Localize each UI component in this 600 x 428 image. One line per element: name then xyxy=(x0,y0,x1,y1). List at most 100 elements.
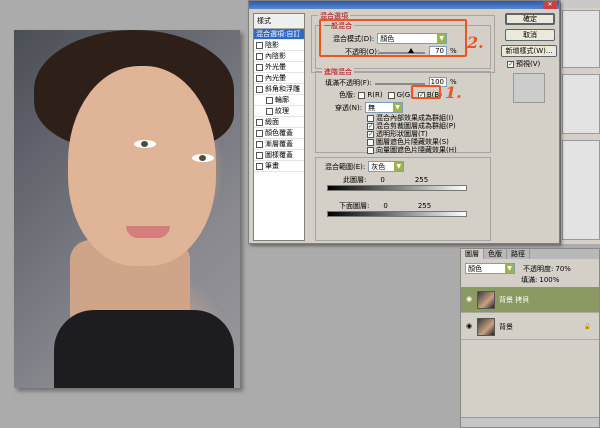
fill-opacity-row: 填滿不透明(F): xyxy=(325,78,372,88)
style-item-checkbox[interactable] xyxy=(266,96,273,104)
layer-name: 背景 拷貝 xyxy=(499,295,530,304)
ok-button[interactable]: 確定 xyxy=(505,13,555,25)
style-item-label: 輪廓 xyxy=(275,96,289,104)
channel-r-label: R(R) xyxy=(367,91,383,99)
style-item[interactable]: 圖樣覆蓋 xyxy=(254,150,304,161)
preview-label: 預視(V) xyxy=(516,60,541,68)
layer-row[interactable]: ◉ 背景 🔒 xyxy=(461,314,599,340)
layers-panel: 圖層 色版 路徑 顏色 ▼ 不透明度: 70% 填滿: 100% ◉ 背景 拷貝 ◉ 背景… xyxy=(460,248,600,428)
style-item[interactable]: 混合選項:自訂 xyxy=(254,29,304,40)
underlying-min: 0 xyxy=(383,202,388,210)
style-item-label: 混合選項:自訂 xyxy=(256,30,301,38)
visibility-eye-icon[interactable]: ◉ xyxy=(464,295,474,305)
tab-layers-panel[interactable]: 路徑 xyxy=(507,249,530,259)
left-eye xyxy=(134,140,156,148)
knockout-row: 穿透(N): 無 ▼ xyxy=(335,102,404,113)
swatches-panel xyxy=(562,140,600,240)
style-items: 混合選項:自訂陰影內陰影外光暈 內光暈斜角和浮雕輪廓紋理緞面 顏色覆蓋漸層覆蓋 圖樣覆… xyxy=(254,29,304,172)
close-icon[interactable]: ✕ xyxy=(543,1,557,9)
style-item[interactable]: 輪廓 xyxy=(254,95,304,106)
style-item-checkbox[interactable] xyxy=(256,74,263,82)
style-item-checkbox[interactable] xyxy=(256,140,263,148)
visibility-eye-icon[interactable]: ◉ xyxy=(464,322,474,332)
advanced-option-checkbox[interactable] xyxy=(367,146,374,154)
style-item[interactable]: 顏色覆蓋 xyxy=(254,128,304,139)
this-layer-min: 0 xyxy=(380,176,385,184)
advanced-option[interactable]: 向量圖遮色片隱藏效果(H) xyxy=(367,146,457,154)
cancel-button[interactable]: 取消 xyxy=(505,29,555,41)
layer-thumbnail xyxy=(477,317,495,336)
blend-if-row: 混合範圍(E): 灰色 ▼ xyxy=(325,161,405,172)
blend-if-value: 灰色 xyxy=(371,162,386,171)
channel-r-checkbox[interactable] xyxy=(358,91,366,99)
this-layer-label: 此圖層: xyxy=(343,176,367,184)
style-item-label: 筆畫 xyxy=(265,162,279,170)
style-item-label: 斜角和浮雕 xyxy=(265,85,300,93)
style-item-checkbox[interactable] xyxy=(266,107,273,115)
styles-list: 樣式 混合選項:自訂陰影內陰影外光暈 內光暈斜角和浮雕輪廓紋理緞面 顏色覆蓋漸層覆蓋… xyxy=(253,13,305,241)
advanced-option-checkbox[interactable] xyxy=(367,138,374,146)
style-item[interactable]: 內光暈 xyxy=(254,73,304,84)
style-item[interactable]: 緞面 xyxy=(254,117,304,128)
advanced-option-checkbox[interactable] xyxy=(367,114,374,122)
knockout-select[interactable]: 無 ▼ xyxy=(365,102,404,113)
annotation-number-2: 2. xyxy=(467,33,484,52)
layers-opacity-label: 不透明度: xyxy=(523,264,554,273)
style-item-label: 內光暈 xyxy=(265,74,286,82)
style-item[interactable]: 陰影 xyxy=(254,40,304,51)
advanced-option-checkbox[interactable] xyxy=(367,122,374,130)
style-item[interactable]: 紋理 xyxy=(254,106,304,117)
style-item[interactable]: 斜角和浮雕 xyxy=(254,84,304,95)
portrait-photo xyxy=(14,30,240,388)
style-item-checkbox[interactable] xyxy=(256,63,263,71)
style-item-label: 顏色覆蓋 xyxy=(265,129,293,137)
style-item-label: 內陰影 xyxy=(265,52,286,60)
blend-if-select[interactable]: 灰色 ▼ xyxy=(368,161,405,172)
dialog-titlebar[interactable] xyxy=(249,1,559,9)
layers-opacity-value[interactable]: 70% xyxy=(555,265,571,273)
tab-layers-panel[interactable]: 圖層 xyxy=(461,249,484,259)
this-layer-row: 此圖層: 0 255 xyxy=(343,175,428,185)
style-item-checkbox[interactable] xyxy=(256,129,263,137)
chevron-down-icon: ▼ xyxy=(505,264,514,273)
layers-bottom-toolbar xyxy=(461,417,599,427)
style-item-label: 紋理 xyxy=(275,107,289,115)
style-item[interactable]: 筆畫 xyxy=(254,161,304,172)
style-item-checkbox[interactable] xyxy=(256,118,263,126)
style-item-checkbox[interactable] xyxy=(256,162,263,170)
layers-fill-label: 填滿: xyxy=(521,276,538,284)
style-item[interactable]: 內陰影 xyxy=(254,51,304,62)
tab-layers-panel[interactable]: 色版 xyxy=(484,249,507,259)
annotation-box-2 xyxy=(319,19,467,57)
info-panel xyxy=(562,74,600,134)
layers-blend-select[interactable]: 顏色 ▼ xyxy=(465,263,515,274)
knockout-label: 穿透(N): xyxy=(335,103,363,112)
channel-g-checkbox[interactable] xyxy=(387,91,395,99)
navigator-panel xyxy=(562,10,600,68)
mouth xyxy=(126,226,170,238)
advanced-option-checkbox[interactable] xyxy=(367,130,374,138)
lock-icon: 🔒 xyxy=(583,323,591,330)
this-layer-gradient[interactable] xyxy=(327,185,467,191)
style-item-checkbox[interactable] xyxy=(256,41,263,49)
chevron-down-icon: ▼ xyxy=(393,103,403,112)
tool-strip-header xyxy=(562,0,600,8)
new-style-button[interactable]: 新增樣式(W)... xyxy=(501,45,557,57)
styles-header[interactable]: 樣式 xyxy=(254,14,304,29)
layers-fill-value[interactable]: 100% xyxy=(539,276,559,284)
style-item[interactable]: 漸層覆蓋 xyxy=(254,139,304,150)
style-item[interactable]: 外光暈 xyxy=(254,62,304,73)
underlying-row: 下面圖層: 0 255 xyxy=(339,201,431,211)
style-item-label: 陰影 xyxy=(265,41,279,49)
layers-fill-row: 填滿: 100% xyxy=(521,275,559,285)
underlying-gradient[interactable] xyxy=(327,211,467,217)
advanced-options: 混合內部效果成為群組(I)混合剪裁圖層成為群組(P)透明形狀圖層(T)圖層遮色片… xyxy=(367,114,457,154)
style-item-checkbox[interactable] xyxy=(256,85,263,93)
layers-blend-value: 顏色 xyxy=(468,264,482,273)
black-top xyxy=(54,310,234,388)
style-item-checkbox[interactable] xyxy=(256,52,263,60)
channels-label: 色版: xyxy=(339,91,356,99)
layer-row[interactable]: ◉ 背景 拷貝 xyxy=(461,287,599,313)
style-item-checkbox[interactable] xyxy=(256,151,263,159)
preview-checkbox[interactable] xyxy=(507,60,514,68)
